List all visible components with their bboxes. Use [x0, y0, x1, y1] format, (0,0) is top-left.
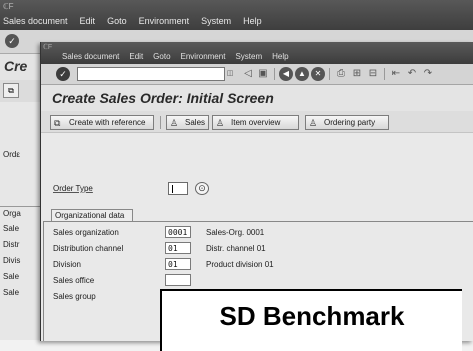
back-label-order: Ordε: [3, 150, 20, 159]
sales-office-input[interactable]: [165, 274, 191, 286]
previous-page-icon[interactable]: ↶: [405, 67, 419, 81]
back-groupbox: [0, 206, 40, 286]
sales-office-label: Sales office: [53, 276, 95, 285]
toolbar-separator: [160, 116, 161, 129]
division-label: Division: [53, 260, 82, 269]
back-menu-sales-document[interactable]: Sales document: [3, 16, 68, 26]
page-title: Create Sales Order: Initial Screen: [52, 90, 274, 106]
title-bar: Create Sales Order: Initial Screen: [41, 85, 473, 111]
enter-icon[interactable]: ✓: [56, 67, 70, 81]
distribution-channel-input[interactable]: 01: [165, 242, 191, 254]
sales-group-label: Sales group: [53, 292, 96, 301]
toolbar-separator: [329, 68, 330, 80]
item-overview-label: Item overview: [231, 118, 281, 127]
sales-label: Sales: [185, 118, 206, 127]
menu-edit[interactable]: Edit: [129, 52, 143, 61]
command-history-icon[interactable]: ◫: [225, 67, 235, 81]
menu-goto[interactable]: Goto: [153, 52, 170, 61]
next-page-icon[interactable]: ↷: [421, 67, 435, 81]
toolbar-separator: [274, 68, 275, 80]
menubar: ℂF Sales document Edit Goto Environment …: [41, 42, 473, 64]
sales-organization-desc: Sales-Org. 0001: [206, 228, 265, 237]
menu-help[interactable]: Help: [272, 52, 288, 61]
back-arrow-icon[interactable]: ◁: [241, 67, 255, 81]
application-toolbar: ⧉ Create with reference ♙ Sales ♙ Item o…: [41, 111, 473, 133]
division-desc: Product division 01: [206, 260, 274, 269]
ordering-party-label: Ordering party: [324, 118, 376, 127]
sales-organization-input[interactable]: 0001: [165, 226, 191, 238]
matchcode-icon[interactable]: ⊙: [195, 182, 209, 195]
division-input[interactable]: 01: [165, 258, 191, 270]
back-icon[interactable]: ◀: [279, 67, 293, 81]
find-next-icon[interactable]: ⊟: [366, 67, 380, 81]
back-menu-goto[interactable]: Goto: [107, 16, 127, 26]
person-icon: ♙: [216, 118, 225, 128]
first-page-icon[interactable]: ⇤: [389, 67, 403, 81]
create-with-reference-button[interactable]: ⧉ Create with reference: [50, 115, 154, 130]
sd-benchmark-label: SD Benchmark: [219, 301, 405, 331]
sales-organization-label: Sales organization: [53, 228, 119, 237]
back-menubar: ℂF Sales document Edit Goto Environment …: [0, 0, 473, 30]
person-icon: ♙: [309, 118, 318, 128]
copy-icon[interactable]: ⧉: [3, 83, 19, 98]
item-overview-button[interactable]: ♙ Item overview: [212, 115, 299, 130]
system-toolbar: ✓ ◫ ◁ ▣ ◀ ▲ ✕ ⎙ ⊞ ⊟ ⇤ ↶ ↷: [41, 64, 473, 85]
text-cursor: [172, 185, 173, 193]
sd-benchmark-label-box: SD Benchmark: [160, 289, 462, 351]
menu-environment[interactable]: Environment: [181, 52, 226, 61]
find-icon[interactable]: ⊞: [350, 67, 364, 81]
save-icon[interactable]: ▣: [256, 67, 270, 81]
distribution-channel-label: Distribution channel: [53, 244, 124, 253]
back-menu-system[interactable]: System: [201, 16, 231, 26]
enter-icon[interactable]: ✓: [5, 34, 19, 48]
ordering-party-button[interactable]: ♙ Ordering party: [305, 115, 389, 130]
copy-icon: ⧉: [54, 118, 61, 128]
back-title-fragment: Cre: [4, 58, 28, 74]
command-field[interactable]: [77, 67, 225, 81]
sales-button[interactable]: ♙ Sales: [166, 115, 209, 130]
cancel-icon[interactable]: ✕: [311, 67, 325, 81]
toolbar-separator: [384, 68, 385, 80]
order-type-input[interactable]: [168, 182, 188, 195]
sap-logo-icon: ℂF: [3, 2, 14, 11]
create-with-reference-label: Create with reference: [69, 118, 146, 127]
back-menu-help[interactable]: Help: [243, 16, 262, 26]
distribution-channel-desc: Distr. channel 01: [206, 244, 266, 253]
menu-system[interactable]: System: [235, 52, 262, 61]
sap-logo-icon: ℂF: [43, 44, 53, 51]
back-menu-edit[interactable]: Edit: [80, 16, 96, 26]
person-icon: ♙: [170, 118, 179, 128]
menu-sales-document[interactable]: Sales document: [62, 52, 119, 61]
order-type-label: Order Type: [53, 184, 93, 193]
print-icon[interactable]: ⎙: [334, 67, 348, 81]
exit-icon[interactable]: ▲: [295, 67, 309, 81]
back-menu-environment[interactable]: Environment: [139, 16, 190, 26]
back-label-sales-group: Sale: [3, 288, 20, 297]
